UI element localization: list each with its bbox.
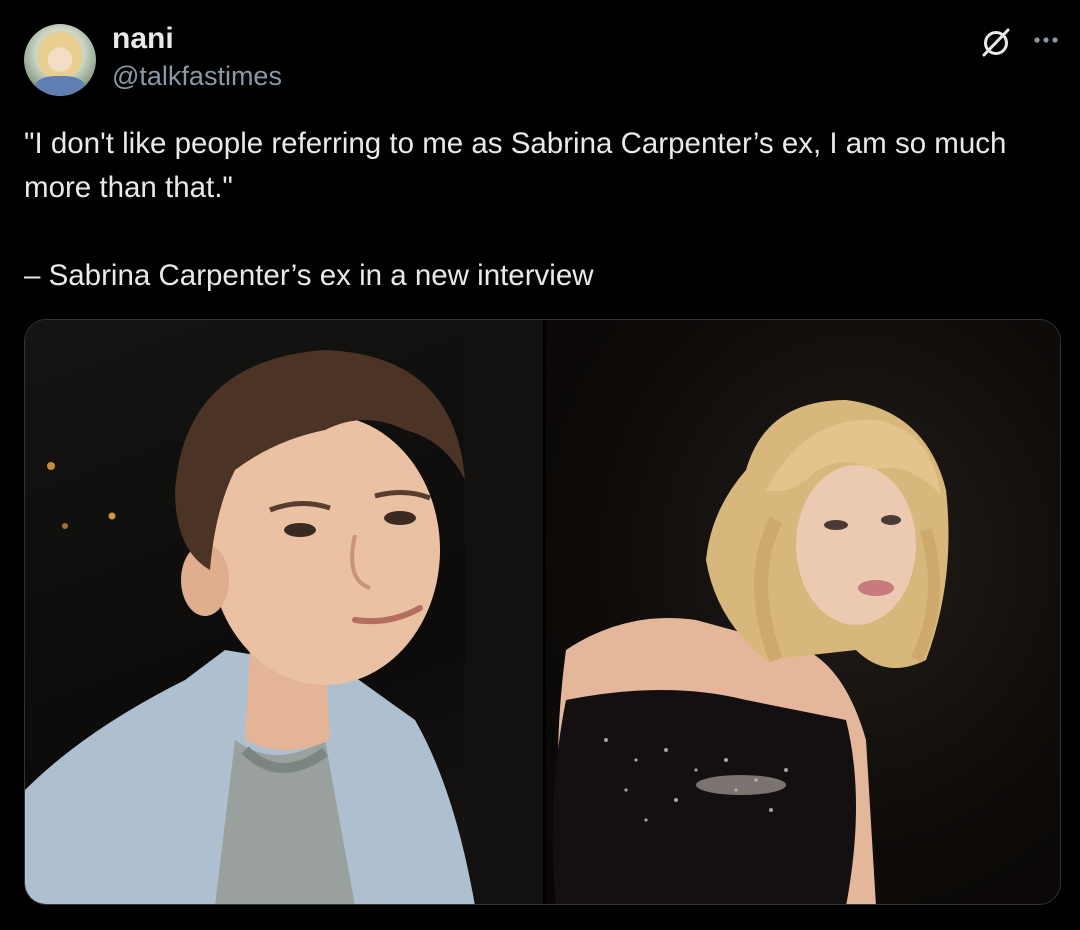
photo-blonde-woman-illustration: [552, 400, 949, 904]
photo-young-man-illustration: [25, 320, 543, 904]
profile-avatar[interactable]: [24, 24, 96, 96]
media-grid: [24, 319, 1061, 905]
avatar-hair: [38, 32, 82, 78]
photo-young-man[interactable]: [25, 320, 543, 904]
author-handle[interactable]: @talkfastimes: [112, 61, 282, 92]
author-display-name[interactable]: nani: [112, 22, 174, 56]
avatar-shirt: [34, 76, 86, 96]
tweet-attribution: – Sabrina Carpenter’s ex in a new interv…: [24, 259, 594, 292]
grok-icon[interactable]: [980, 26, 1012, 58]
tweet[interactable]: nani @talkfastimes "I don't like people …: [0, 0, 1080, 930]
more-options-icon[interactable]: [1030, 28, 1062, 52]
photo-blonde-woman[interactable]: [546, 320, 1060, 904]
tweet-text: "I don't like people referring to me as …: [24, 122, 1054, 298]
tweet-quote: "I don't like people referring to me as …: [24, 127, 1015, 204]
